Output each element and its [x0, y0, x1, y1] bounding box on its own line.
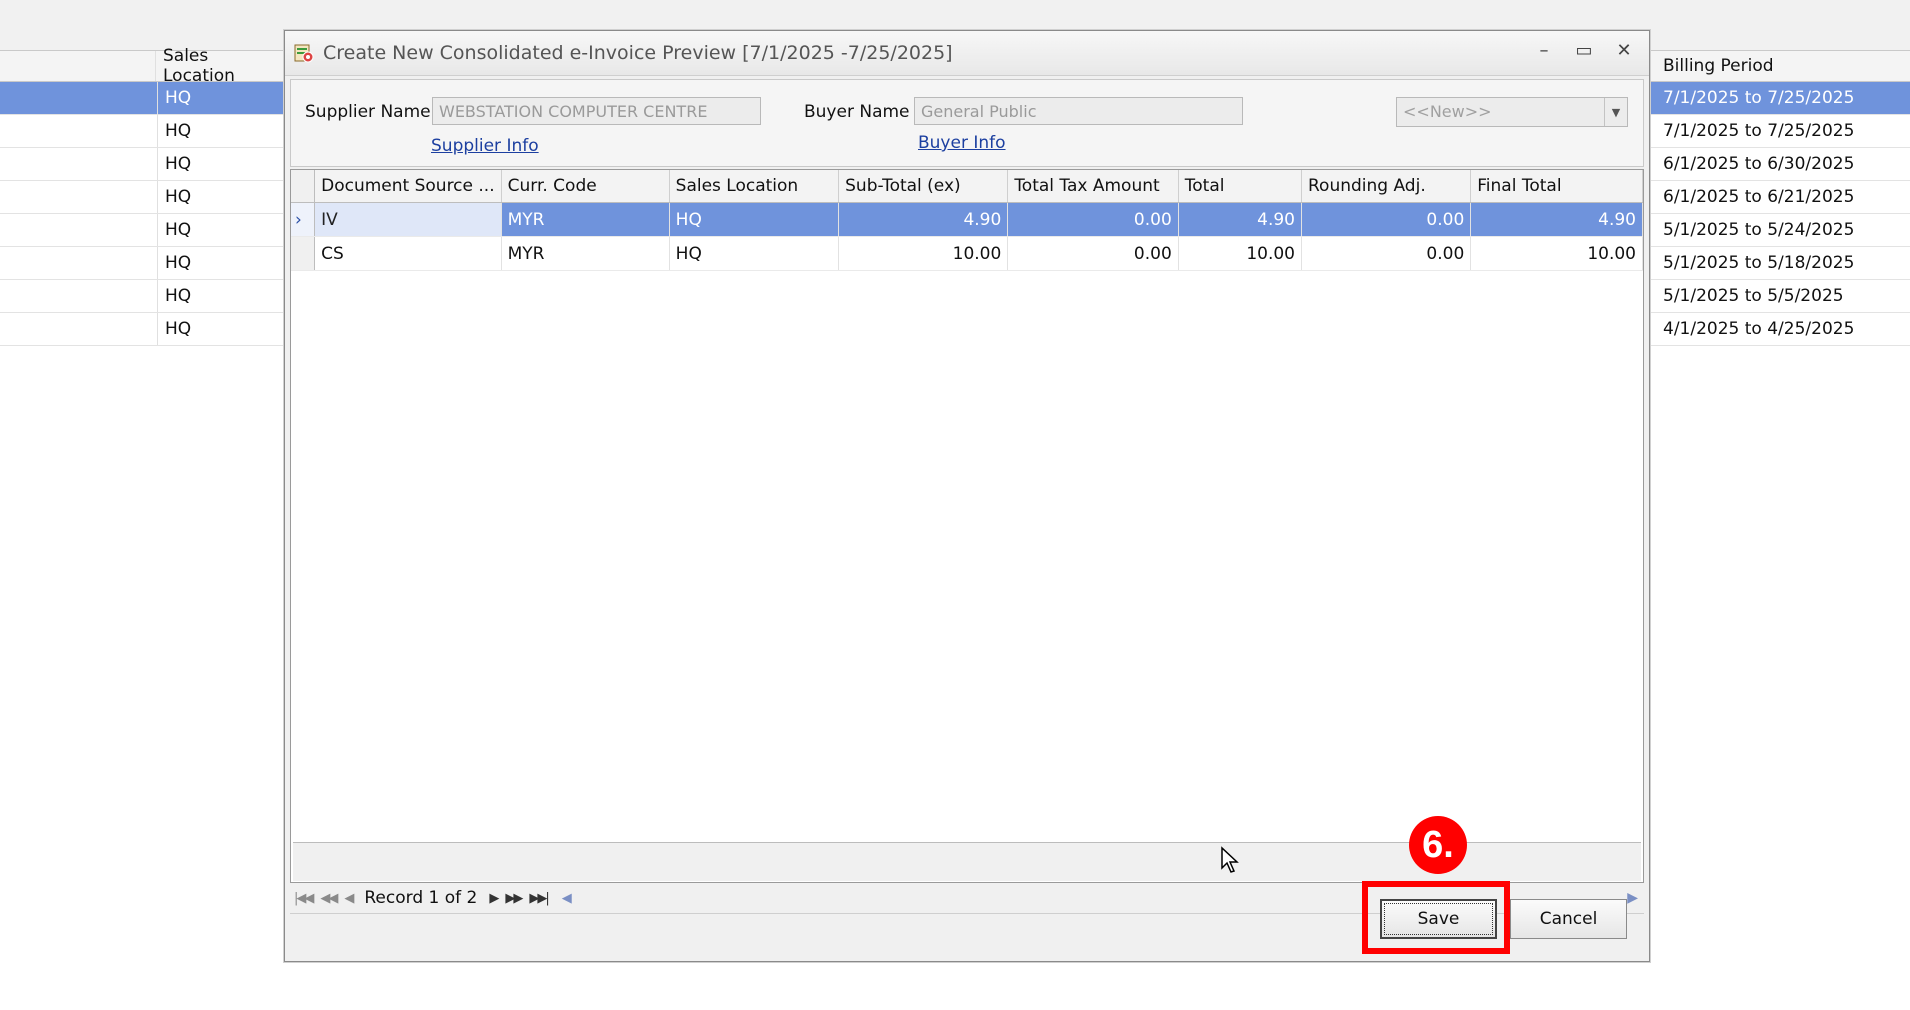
table-row[interactable]: CS MYR HQ 10.00 0.00 10.00 0.00 10.00 — [291, 236, 1643, 271]
table-row[interactable]: HQ — [0, 313, 284, 346]
table-row[interactable]: HQ — [0, 82, 284, 115]
table-row[interactable]: 5/1/2025 to 5/18/2025 — [1651, 247, 1910, 280]
table-row[interactable]: HQ — [0, 181, 284, 214]
cancel-button[interactable]: Cancel — [1510, 899, 1627, 939]
buyer-name-label: Buyer Name — [804, 102, 910, 122]
document-table: Document Source ... Curr. Code Sales Loc… — [291, 170, 1643, 271]
record-counter: Record 1 of 2 — [364, 888, 478, 908]
first-record-icon[interactable]: |◀◀ — [290, 891, 316, 906]
table-row[interactable]: HQ — [0, 214, 284, 247]
table-row[interactable]: HQ — [0, 247, 284, 280]
table-row[interactable]: 5/1/2025 to 5/5/2025 — [1651, 280, 1910, 313]
table-row[interactable]: 6/1/2025 to 6/30/2025 — [1651, 148, 1910, 181]
scroll-right-icon[interactable]: ▶ — [1627, 890, 1638, 906]
mouse-cursor-icon — [1221, 846, 1239, 873]
column-header[interactable]: Total — [1178, 170, 1303, 203]
scroll-left-icon[interactable]: ◀ — [558, 891, 574, 906]
row-indicator-header — [291, 170, 316, 203]
table-header-row: Document Source ... Curr. Code Sales Loc… — [291, 170, 1643, 203]
column-header[interactable]: Rounding Adj. — [1301, 170, 1472, 203]
row-pointer-icon: › — [291, 202, 316, 237]
column-header[interactable]: Sales Location — [669, 170, 840, 203]
column-header-sales-location[interactable]: Sales Location — [156, 46, 284, 86]
table-row[interactable]: 7/1/2025 to 7/25/2025 — [1651, 82, 1910, 115]
document-select[interactable]: <<New>> ▼ — [1396, 97, 1628, 127]
buyer-name-field[interactable]: General Public — [914, 97, 1243, 125]
close-icon[interactable]: ✕ — [1613, 39, 1635, 61]
minimize-icon[interactable]: – — [1533, 39, 1555, 61]
header-panel: Supplier Name WEBSTATION COMPUTER CENTRE… — [290, 79, 1644, 167]
document-grid: Document Source ... Curr. Code Sales Loc… — [290, 169, 1644, 883]
table-row[interactable]: HQ — [0, 115, 284, 148]
app-icon — [293, 42, 315, 64]
table-row[interactable]: HQ — [0, 280, 284, 313]
last-record-icon[interactable]: ▶▶| — [525, 891, 551, 906]
previous-page-icon[interactable]: ◀◀ — [316, 891, 340, 906]
column-header[interactable]: Sub-Total (ex) — [838, 170, 1009, 203]
maximize-icon[interactable]: ▭ — [1573, 39, 1595, 61]
step-badge: 6. — [1409, 816, 1467, 874]
buyer-info-link[interactable]: Buyer Info — [918, 133, 1006, 153]
dialog-titlebar[interactable]: Create New Consolidated e-Invoice Previe… — [285, 31, 1649, 76]
column-header[interactable]: Curr. Code — [501, 170, 670, 203]
table-row[interactable]: HQ — [0, 148, 284, 181]
background-grid-right-header: Billing Period — [1651, 50, 1910, 82]
supplier-info-link[interactable]: Supplier Info — [431, 136, 539, 156]
next-page-icon[interactable]: ▶▶ — [501, 891, 525, 906]
save-highlight-box — [1362, 881, 1510, 954]
table-row[interactable]: 6/1/2025 to 6/21/2025 — [1651, 181, 1910, 214]
column-header[interactable]: Final Total — [1470, 170, 1643, 203]
column-header[interactable]: Document Source ... — [314, 170, 502, 203]
document-select-value: <<New>> — [1403, 102, 1492, 121]
dialog-title: Create New Consolidated e-Invoice Previe… — [323, 42, 953, 64]
supplier-name-label: Supplier Name — [305, 102, 431, 122]
column-header-billing-period[interactable]: Billing Period — [1651, 56, 1774, 76]
table-row[interactable]: › IV MYR HQ 4.90 0.00 4.90 0.00 4.90 — [291, 202, 1643, 237]
chevron-down-icon[interactable]: ▼ — [1604, 98, 1627, 126]
supplier-name-field[interactable]: WEBSTATION COMPUTER CENTRE — [432, 97, 761, 125]
window-controls: – ▭ ✕ — [1533, 39, 1635, 61]
table-row[interactable]: 7/1/2025 to 7/25/2025 — [1651, 115, 1910, 148]
next-record-icon[interactable]: ▶ — [485, 891, 501, 906]
table-row[interactable]: 5/1/2025 to 5/24/2025 — [1651, 214, 1910, 247]
background-grid-left-header: Sales Location — [0, 46, 284, 86]
table-row[interactable]: 4/1/2025 to 4/25/2025 — [1651, 313, 1910, 346]
background-grid-right: Billing Period 7/1/2025 to 7/25/2025 7/1… — [1651, 50, 1910, 346]
background-grid-left: Sales Location HQ HQ HQ HQ HQ HQ HQ HQ — [0, 46, 284, 346]
previous-record-icon[interactable]: ◀ — [340, 891, 356, 906]
column-header[interactable]: Total Tax Amount — [1007, 170, 1179, 203]
